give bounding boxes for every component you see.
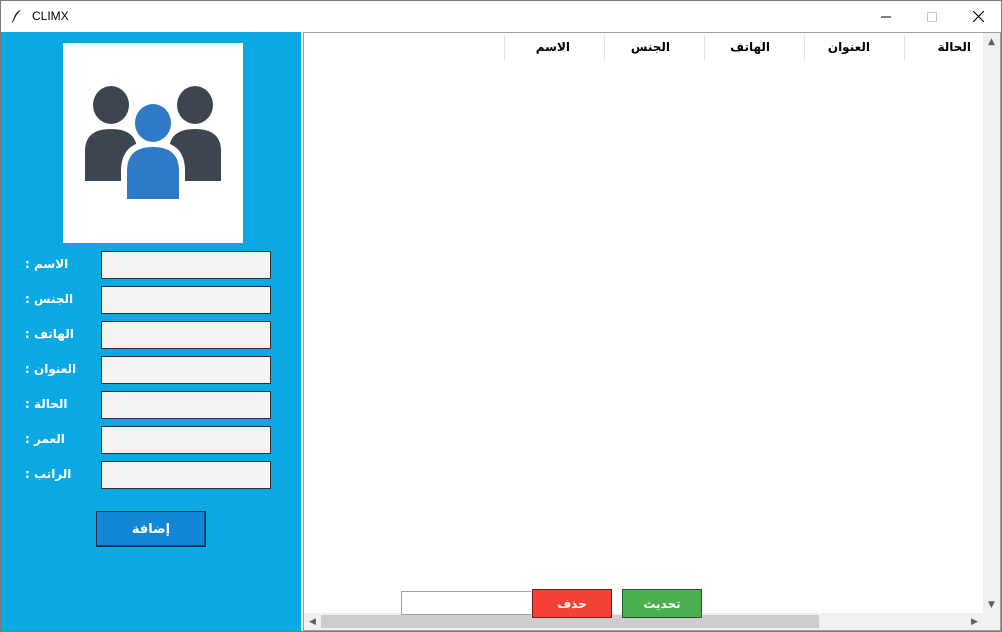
search-input[interactable] [401,591,531,615]
age-input[interactable] [101,426,271,454]
maximize-button[interactable] [909,1,955,32]
phone-label: : الهاتف [25,327,74,341]
name-label: : الاسم [25,257,69,271]
scroll-left-icon[interactable]: ◀ [304,613,321,630]
column-header-gender[interactable]: الجنس [604,35,704,60]
name-input[interactable] [101,251,271,279]
salary-input[interactable] [101,461,271,489]
user-group-icon [85,86,221,203]
maximize-icon [927,11,937,22]
close-button[interactable] [955,1,1001,32]
address-input[interactable] [101,356,271,384]
column-header-status[interactable]: الحالة [904,35,983,60]
window-title: CLIMX [32,9,69,23]
vertical-scrollbar[interactable]: ▲ ▼ [983,33,1000,613]
salary-label: : الراتب [25,467,72,481]
delete-button[interactable]: حذف [532,589,612,618]
gender-input[interactable] [101,286,271,314]
title-bar[interactable]: CLIMX [1,1,1001,32]
scroll-up-icon[interactable]: ▲ [983,33,1000,50]
minimize-icon [881,16,891,17]
scroll-down-icon[interactable]: ▼ [983,596,1000,613]
records-table[interactable]: الاسم الجنس الهاتف العنوان الحالة ▲ ▼ ◀ … [303,32,1001,631]
scrollbar-corner [983,613,1000,630]
column-header-address[interactable]: العنوان [804,35,904,60]
minimize-button[interactable] [863,1,909,32]
table-header: الاسم الجنس الهاتف العنوان الحالة [304,35,984,60]
scroll-right-icon[interactable]: ▶ [966,613,983,630]
app-window: CLIMX: الاسم: الجنس: الهاتف: العنوان… [0,0,1002,632]
form-panel: : الاسم : الجنس : الهاتف : العنوان : الح… [1,32,301,631]
refresh-button[interactable]: تحديث [622,589,702,618]
feather-icon [11,10,21,23]
address-label: : العنوان [25,362,77,376]
column-header-name[interactable]: الاسم [504,35,604,60]
close-icon [972,11,984,22]
gender-label: : الجنس [25,292,74,306]
avatar [63,43,243,243]
add-button[interactable]: إضافة [96,511,206,547]
status-label: : الحالة [25,397,68,411]
column-header-phone[interactable]: الهاتف [704,35,804,60]
status-input[interactable] [101,391,271,419]
phone-input[interactable] [101,321,271,349]
age-label: : العمر [25,432,65,446]
